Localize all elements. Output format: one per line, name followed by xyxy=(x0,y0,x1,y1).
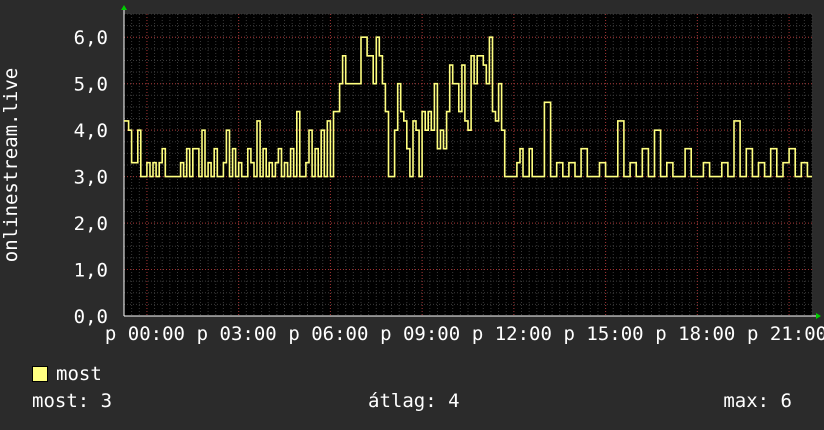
y-axis-arrow xyxy=(121,5,127,10)
y-axis-title: onlinestream.live xyxy=(0,67,22,263)
legend-label: most xyxy=(56,363,102,385)
stat-current-label: most: xyxy=(32,390,90,412)
stat-max: max: 6 xyxy=(723,390,792,412)
x-tick-label: p 18:00 xyxy=(655,323,735,345)
stat-average-value: 4 xyxy=(448,390,460,412)
y-tick-label: 5,0 xyxy=(74,74,108,96)
stats-row: most: 3 átlag: 4 max: 6 xyxy=(32,390,792,414)
y-tick-label: 2,0 xyxy=(74,213,108,235)
x-tick-label: p 21:00 xyxy=(747,323,824,345)
legend-swatch xyxy=(32,366,48,382)
x-tick-label: p 06:00 xyxy=(288,323,368,345)
x-axis-arrow xyxy=(816,313,821,319)
stat-current-value: 3 xyxy=(100,390,113,412)
stat-average-label: átlag: xyxy=(368,390,437,412)
legend: most xyxy=(32,362,102,386)
y-tick-label: 1,0 xyxy=(74,260,108,282)
stat-max-label: max: xyxy=(723,390,770,412)
y-tick-label: 3,0 xyxy=(74,167,108,189)
x-tick-label: p 12:00 xyxy=(472,323,552,345)
stat-max-value: 6 xyxy=(780,390,792,412)
x-tick-label: p 15:00 xyxy=(564,323,644,345)
chart: 0,0 1,0 2,0 3,0 4,0 5,0 6,0 p 00:00 p 03:00 p 06:… xyxy=(74,5,824,345)
x-tick-label: p 00:00 xyxy=(105,323,185,345)
y-tick-label: 6,0 xyxy=(74,27,108,49)
stat-current: most: 3 xyxy=(32,390,112,412)
x-tick-label: p 03:00 xyxy=(197,323,277,345)
stat-average: átlag: 4 xyxy=(368,390,460,412)
x-tick-label: p 09:00 xyxy=(380,323,460,345)
y-tick-label: 0,0 xyxy=(74,306,108,328)
y-tick-label: 4,0 xyxy=(74,120,108,142)
